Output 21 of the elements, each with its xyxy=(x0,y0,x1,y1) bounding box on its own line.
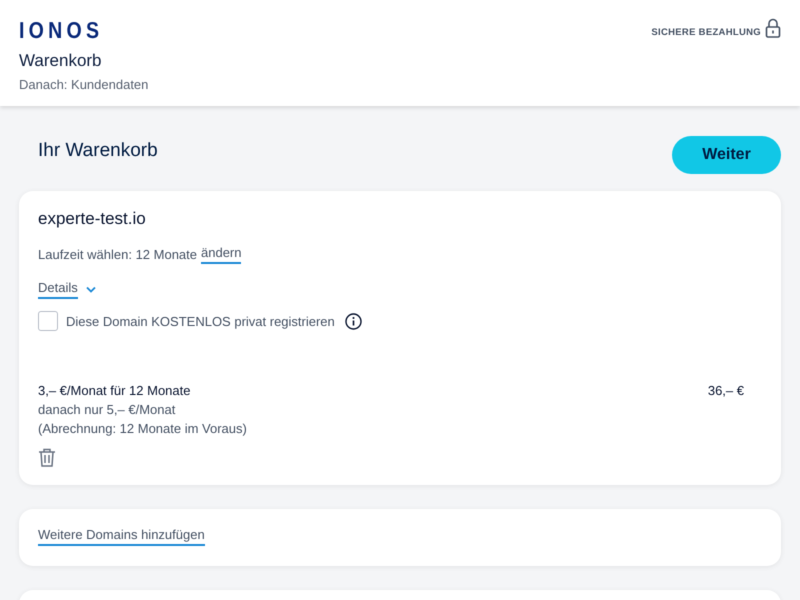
trash-icon[interactable] xyxy=(38,448,56,467)
privacy-checkbox[interactable] xyxy=(38,311,58,331)
logo: IONOS xyxy=(19,18,104,42)
chevron-icon[interactable] xyxy=(86,286,96,293)
cart-heading: Ihr Warenkorb xyxy=(38,140,158,162)
continue-button[interactable]: Weiter xyxy=(672,136,781,174)
info-icon[interactable] xyxy=(344,312,362,330)
change-link[interactable]: ändern xyxy=(201,245,242,264)
privacy-label: Diese Domain KOSTENLOS privat registrieren xyxy=(66,314,335,328)
term-text: Laufzeit wählen: 12 Monate xyxy=(38,247,197,262)
renewal-price-text: danach nur 5,– €/Monat xyxy=(38,402,176,417)
price-text: 3,– €/Monat für 12 Monate xyxy=(38,383,192,398)
details-link[interactable]: Details xyxy=(38,280,78,299)
next-step-text: Danach: Kundendaten xyxy=(19,77,148,92)
domain-name: experte-test.io xyxy=(38,209,147,229)
lock-icon xyxy=(765,18,781,38)
add-domains-link[interactable]: Weitere Domains hinzufügen xyxy=(38,527,205,546)
billing-text: (Abrechnung: 12 Monate im Voraus) xyxy=(38,421,247,436)
secure-payment-label: SICHERE BEZAHLUNG xyxy=(651,27,761,38)
page-title: Warenkorb xyxy=(19,51,103,71)
total-price: 36,– € xyxy=(708,383,744,400)
